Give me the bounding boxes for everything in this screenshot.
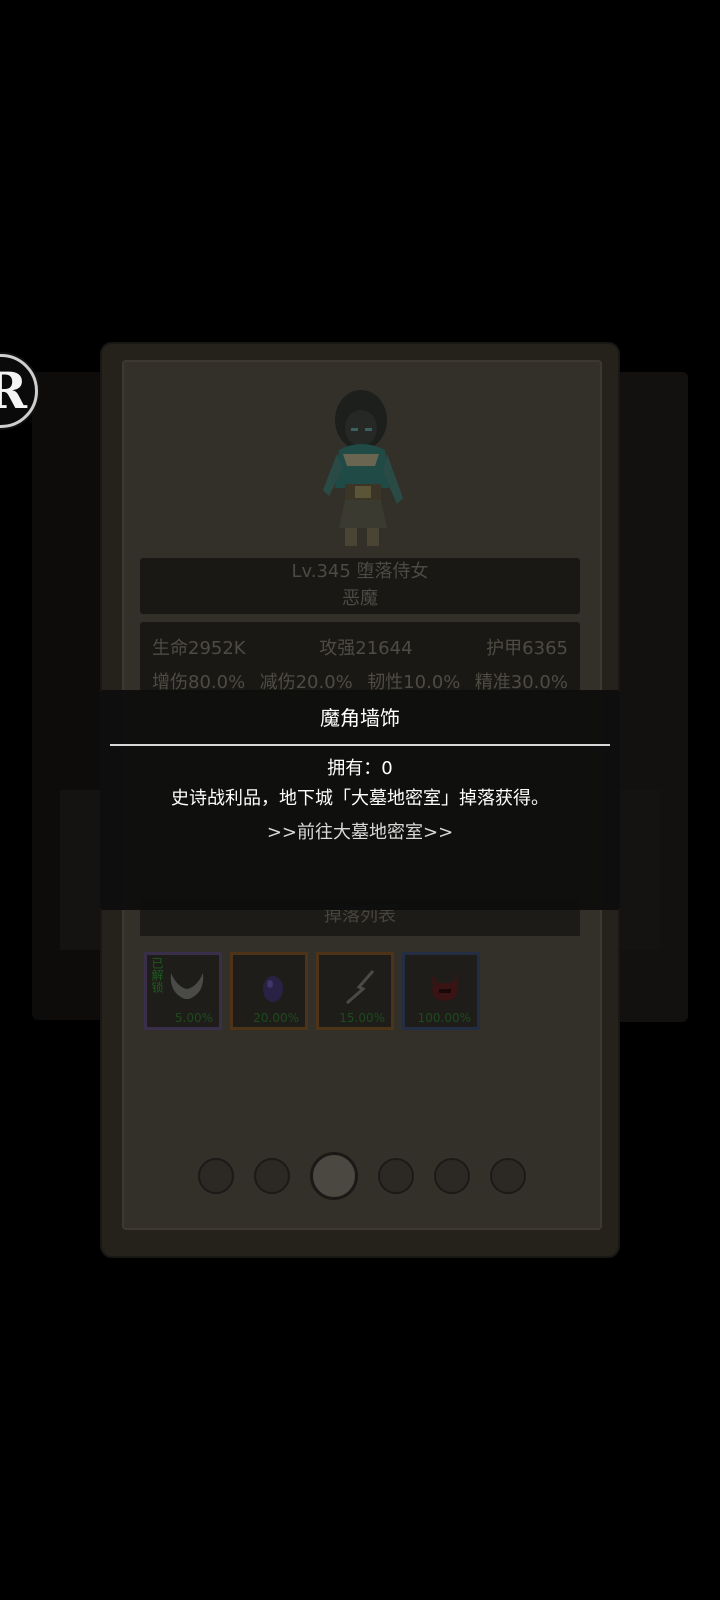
drop-rate: 15.00%	[339, 1011, 385, 1025]
character-area	[124, 362, 600, 562]
purple-gem-icon	[263, 976, 283, 1002]
page-dot[interactable]	[378, 1158, 414, 1194]
maid-character-icon	[323, 390, 403, 546]
drop-item[interactable]: 15.00%	[316, 952, 394, 1030]
stats-row-1: 生命2952K 攻强21644 护甲6365	[152, 634, 568, 660]
item-tooltip: 魔角墙饰 拥有：0 史诗战利品，地下城「大墓地密室」掉落获得。 >>前往大墓地密…	[100, 690, 620, 910]
drop-rate: 20.00%	[253, 1011, 299, 1025]
page-dot-active[interactable]	[310, 1152, 358, 1200]
page-dot[interactable]	[434, 1158, 470, 1194]
drop-items: 已解锁 5.00% 20.00% 15.00% 100.00%	[144, 952, 480, 1030]
drop-rate: 5.00%	[174, 1011, 213, 1025]
page-dot[interactable]	[198, 1158, 234, 1194]
drop-item[interactable]: 100.00%	[402, 952, 480, 1030]
drop-item[interactable]: 已解锁 5.00%	[144, 952, 222, 1030]
stat-armor: 护甲6365	[486, 638, 568, 659]
monster-name: Lv.345 堕落侍女	[291, 561, 429, 582]
goto-dungeon-link[interactable]: >>前往大墓地密室>>	[100, 818, 620, 844]
tooltip-description: 史诗战利品，地下城「大墓地密室」掉落获得。	[171, 788, 549, 809]
name-plate: Lv.345 堕落侍女 恶魔	[140, 558, 580, 614]
tooltip-owned: 拥有：0	[327, 758, 393, 779]
page-dot[interactable]	[254, 1158, 290, 1194]
page-dot[interactable]	[490, 1158, 526, 1194]
monster-type: 恶魔	[342, 588, 378, 609]
stat-attack: 攻强21644	[319, 638, 413, 659]
stats-box: 生命2952K 攻强21644 护甲6365 增伤80.0% 减伤20.0% 韧…	[140, 622, 580, 693]
stat-hp: 生命2952K	[152, 638, 246, 659]
drop-item[interactable]: 20.00%	[230, 952, 308, 1030]
demon-horn-icon	[170, 973, 204, 999]
page-indicator	[198, 1152, 526, 1200]
r-badge-letter: R	[0, 361, 27, 420]
tooltip-title: 魔角墙饰	[320, 706, 400, 730]
drop-rate: 100.00%	[417, 1011, 471, 1025]
demon-helmet-icon	[431, 973, 459, 1001]
tooltip-divider	[110, 744, 610, 746]
broken-staff-icon	[346, 970, 375, 1005]
unlocked-tag: 已解锁	[150, 957, 164, 993]
